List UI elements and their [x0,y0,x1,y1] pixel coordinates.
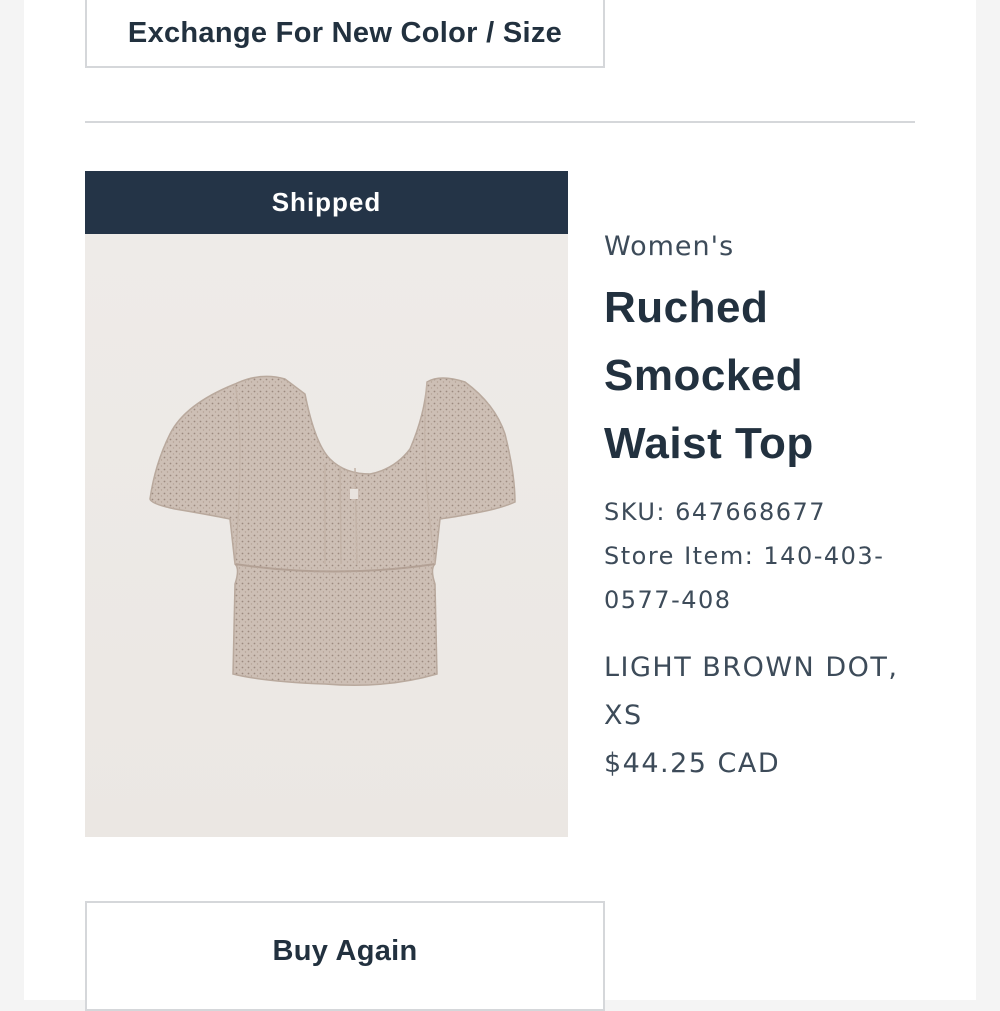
exchange-button-label: Exchange For New Color / Size [127,16,563,49]
product-variant-line-1: LIGHT BROWN DOT, [604,652,899,683]
product-department: Women's [604,231,735,262]
product-image[interactable] [85,234,568,837]
product-name-line-3: Waist Top [604,419,814,468]
store-item-line-2: 0577-408 [604,586,732,614]
status-label: Shipped [271,187,382,217]
status-badge: Shipped [85,171,568,234]
buy-again-button-label: Buy Again [272,935,418,967]
section-divider [85,121,915,123]
product-name[interactable]: Ruched Smocked Waist Top [604,274,944,478]
buy-again-button[interactable]: Buy Again [85,901,605,1011]
product-sku: SKU: 647668677 [604,498,827,526]
product-name-line-2: Smocked [604,351,804,400]
product-price: $44.25 CAD [604,748,781,779]
order-details-page: Exchange For New Color / Size Shipped Wo… [24,0,976,1011]
product-photo-icon [149,375,516,686]
product-name-line-1: Ruched [604,283,769,332]
exchange-button[interactable]: Exchange For New Color / Size [85,0,605,68]
product-details: Women's Ruched Smocked Waist Top SKU: 64… [604,226,944,788]
store-item-line-1: Store Item: 140-403- [604,542,885,570]
product-variant-line-2: XS [604,700,643,731]
product-card-image[interactable]: Shipped [85,171,568,837]
